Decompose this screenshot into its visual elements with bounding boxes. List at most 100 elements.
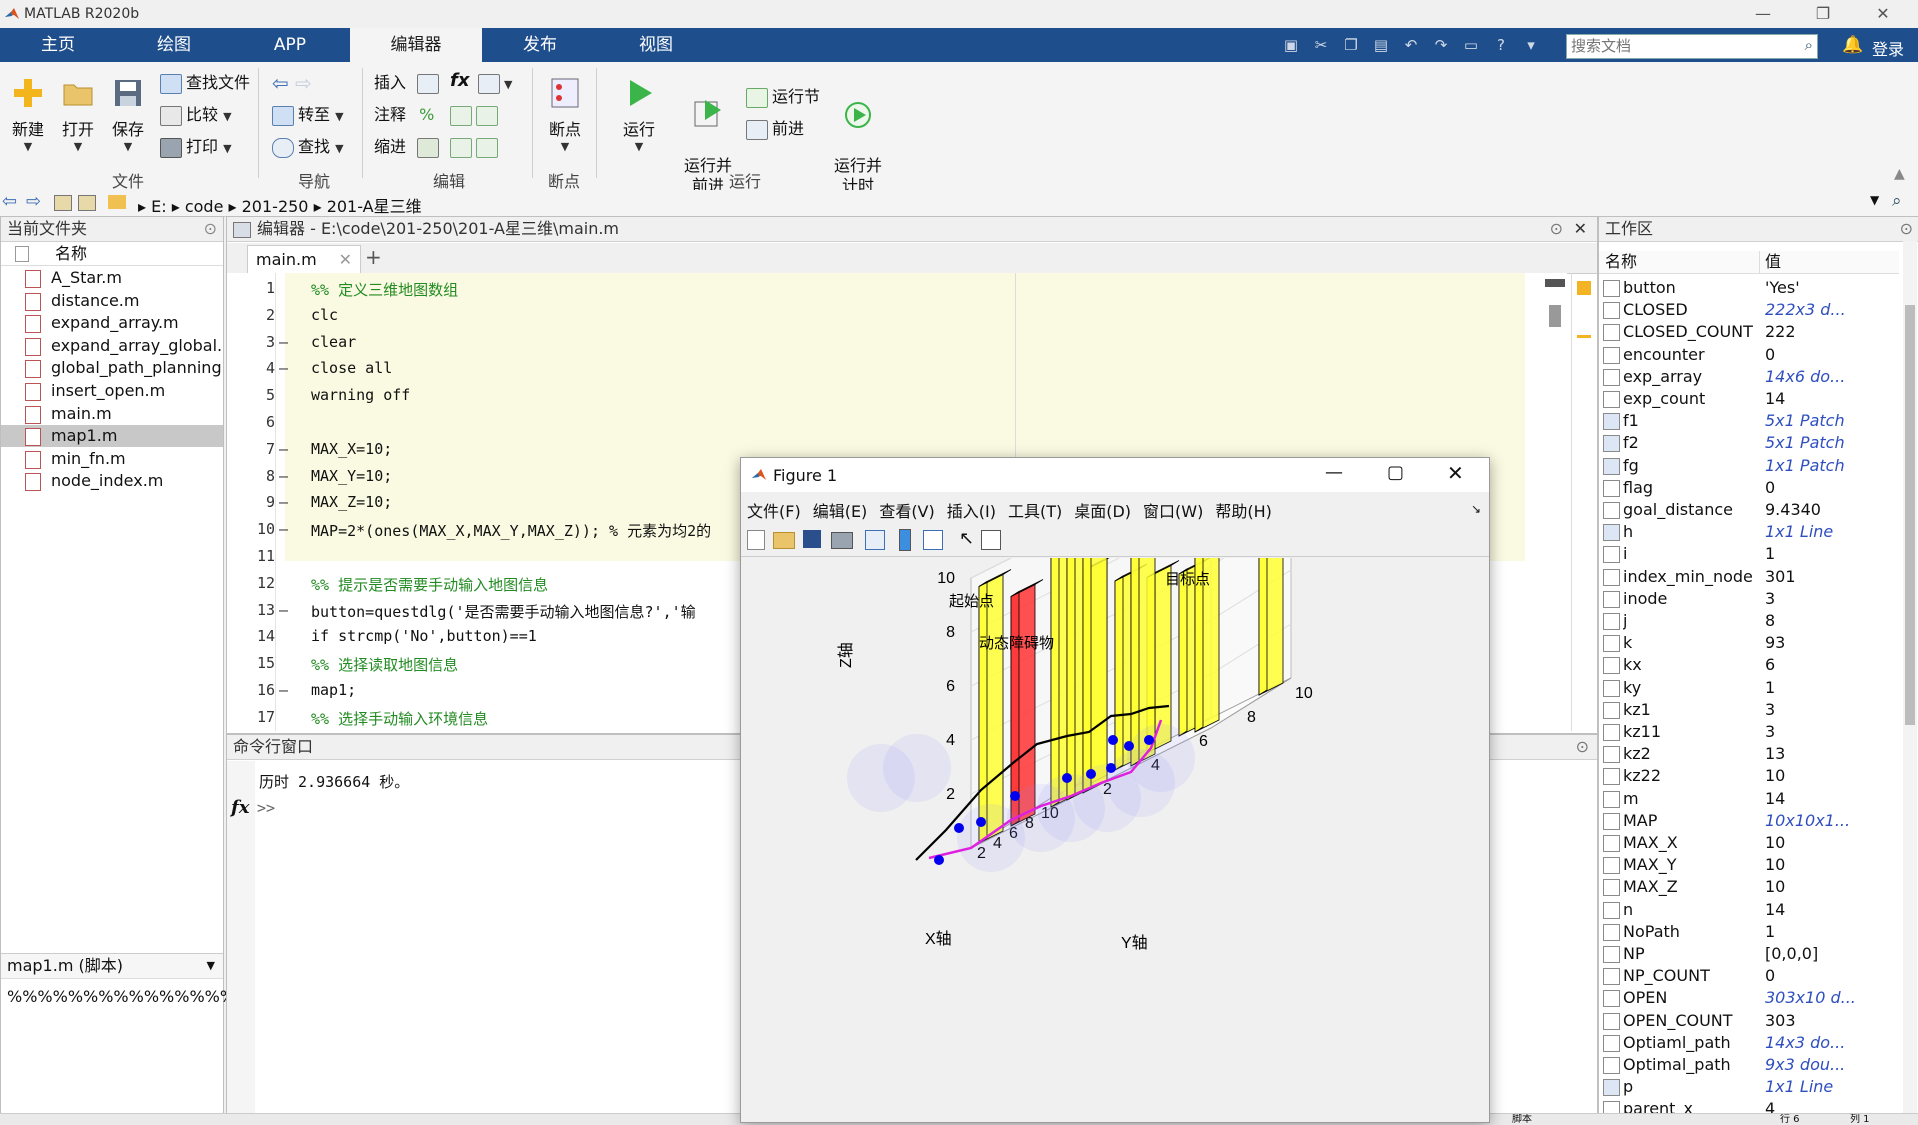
panel-menu-icon[interactable]: ⊙ — [1576, 735, 1589, 759]
tab-publish[interactable]: 发布 — [482, 28, 598, 62]
maximize-button[interactable]: ❐ — [1800, 2, 1846, 26]
edit-plot-arrow-icon[interactable]: ↖ — [959, 528, 974, 549]
figure-menu-view[interactable]: 查看(V) — [879, 502, 934, 521]
figure-menu-help[interactable]: 帮助(H) — [1215, 502, 1272, 521]
figure-close-button[interactable]: ✕ — [1447, 461, 1464, 485]
code-line[interactable]: clear — [311, 333, 356, 351]
workspace-variable-row[interactable]: flag 0 — [1599, 477, 1899, 499]
workspace-variable-row[interactable]: f1 5x1 Patch — [1599, 410, 1899, 432]
login-link[interactable]: 登录 — [1872, 36, 1904, 60]
code-line[interactable]: close all — [311, 359, 392, 377]
insert-button[interactable]: 插入 — [374, 70, 443, 96]
options-icon[interactable]: ▾ — [1520, 34, 1542, 56]
breakpoint-dash[interactable]: — — [279, 333, 288, 351]
save-icon[interactable]: ▣ — [1280, 34, 1302, 56]
code-line[interactable]: map1; — [311, 681, 356, 699]
panel-menu-icon[interactable]: ⊙ — [1900, 217, 1913, 241]
figure-menu-desktop[interactable]: 桌面(D) — [1074, 502, 1131, 521]
fx-button[interactable]: fx — [450, 68, 469, 94]
browse-folder-icon[interactable] — [78, 195, 96, 211]
breakpoint-dash[interactable]: — — [279, 440, 288, 458]
forward-arrow-icon[interactable]: ⇨ — [295, 71, 312, 95]
file-list-header[interactable]: 名称 — [1, 243, 223, 266]
code-line[interactable]: MAX_X=10; — [311, 440, 392, 458]
figure-menu-tools[interactable]: 工具(T) — [1008, 502, 1062, 521]
save-figure-icon[interactable] — [803, 530, 821, 548]
find-files-button[interactable]: 查找文件 — [160, 70, 250, 96]
workspace-variable-row[interactable]: CLOSED_COUNT 222 — [1599, 321, 1899, 343]
open-button[interactable]: 打开 ▼ — [56, 76, 100, 153]
workspace-variable-row[interactable]: OPEN 303x10 d... — [1599, 987, 1899, 1009]
file-list-item[interactable]: node_index.m — [1, 470, 223, 492]
add-tab-icon[interactable]: + — [365, 245, 382, 269]
breadcrumb-code[interactable]: code — [185, 197, 224, 216]
file-list-item[interactable]: main.m — [1, 403, 223, 425]
tab-apps[interactable]: APP — [232, 28, 348, 62]
help-icon[interactable]: ? — [1490, 34, 1512, 56]
function-insert-button[interactable]: ▼ — [478, 70, 512, 96]
workspace-variable-row[interactable]: Optimal_path 9x3 dou... — [1599, 1054, 1899, 1076]
workspace-variable-row[interactable]: MAX_Z 10 — [1599, 876, 1899, 898]
code-line[interactable]: %% 提示是否需要手动输入地图信息 — [311, 574, 548, 595]
comment-button[interactable]: 注释 % — [374, 102, 434, 128]
figure-minimize-button[interactable]: — — [1325, 462, 1343, 483]
workspace-variable-row[interactable]: ky 1 — [1599, 677, 1899, 699]
switch-windows-icon[interactable]: ▭ — [1460, 34, 1482, 56]
figure-maximize-button[interactable]: ▢ — [1387, 462, 1404, 483]
breakpoint-dash[interactable]: — — [279, 493, 288, 511]
workspace-variable-row[interactable]: k 93 — [1599, 632, 1899, 654]
code-line[interactable]: MAX_Z=10; — [311, 493, 392, 511]
workspace-variable-row[interactable]: j8 — [1599, 610, 1899, 632]
workspace-variable-row[interactable]: m 14 — [1599, 788, 1899, 810]
workspace-variable-row[interactable]: kz22 10 — [1599, 765, 1899, 787]
breadcrumb-201-250[interactable]: 201-250 — [242, 197, 309, 216]
editor-scrollbar-thumb[interactable] — [1549, 305, 1561, 327]
figure-title-bar[interactable]: Figure 1 — ▢ ✕ — [741, 458, 1489, 492]
workspace-variable-row[interactable]: NP [0,0,0] — [1599, 943, 1899, 965]
breakpoint-dash[interactable]: — — [279, 520, 288, 538]
workspace-variable-row[interactable]: exp_array 14x6 do... — [1599, 366, 1899, 388]
workspace-variable-row[interactable]: parent_x 4 — [1599, 1098, 1899, 1113]
workspace-variable-row[interactable]: index_min_node 301 — [1599, 566, 1899, 588]
workspace-variable-row[interactable]: kz1 3 — [1599, 699, 1899, 721]
indent-tools[interactable] — [450, 134, 502, 160]
code-line[interactable]: if strcmp('No',button)==1 — [311, 627, 537, 645]
workspace-variable-row[interactable]: kz11 3 — [1599, 721, 1899, 743]
goto-button[interactable]: 转至 ▼ — [272, 102, 344, 128]
open-file-icon[interactable] — [773, 532, 795, 549]
run-button[interactable]: 运行 ▼ — [614, 76, 664, 153]
workspace-variable-row[interactable]: MAX_Y 10 — [1599, 854, 1899, 876]
workspace-variable-row[interactable]: NoPath 1 — [1599, 921, 1899, 943]
panel-menu-icon[interactable]: ⊙ — [1550, 217, 1563, 241]
notification-bell-icon[interactable]: 🔔 — [1842, 35, 1863, 55]
code-line[interactable]: MAP=2*(ones(MAX_X,MAX_Y,MAX_Z)); % 元素为均2… — [311, 520, 711, 541]
3d-path-plot[interactable]: 246810246810246810起始点目标点动态障碍物Z轴X轴 Y轴 — [741, 558, 1487, 1118]
file-detail-header[interactable]: map1.m (脚本) ▼ — [1, 953, 223, 979]
paste-icon[interactable]: ▤ — [1370, 34, 1392, 56]
breadcrumb-current[interactable]: 201-A星三维 — [327, 197, 422, 216]
tab-home[interactable]: 主页 — [0, 28, 116, 62]
compare-button[interactable]: 比较 ▼ — [160, 102, 232, 128]
copy-icon[interactable]: ❐ — [1340, 34, 1362, 56]
workspace-variable-row[interactable]: i1 — [1599, 543, 1899, 565]
find-button[interactable]: 查找 ▼ — [272, 134, 344, 160]
workspace-variable-row[interactable]: n 14 — [1599, 899, 1899, 921]
workspace-variable-row[interactable]: goal_distance 9.4340 — [1599, 499, 1899, 521]
workspace-scrollbar[interactable] — [1903, 241, 1917, 1113]
back-arrow-icon[interactable]: ⇦ — [2, 191, 17, 212]
breadcrumb-drive[interactable]: E: — [151, 197, 167, 216]
search-icon[interactable]: ⌕ — [1892, 191, 1902, 211]
figure-menu-edit[interactable]: 编辑(E) — [813, 502, 868, 521]
workspace-variable-row[interactable]: button 'Yes' — [1599, 277, 1899, 299]
chevron-down-icon[interactable]: ▼ — [1870, 193, 1879, 207]
cut-icon[interactable]: ✂ — [1310, 34, 1332, 56]
figure-menu-window[interactable]: 窗口(W) — [1143, 502, 1203, 521]
code-line[interactable]: button=questdlg('是否需要手动输入地图信息?','输 — [311, 601, 696, 622]
tab-view[interactable]: 视图 — [598, 28, 714, 62]
workspace-scrollbar-thumb[interactable] — [1905, 305, 1915, 725]
workspace-variable-row[interactable]: kz2 13 — [1599, 743, 1899, 765]
save-button[interactable]: 保存 ▼ — [106, 76, 150, 153]
figure-menu-file[interactable]: 文件(F) — [747, 502, 801, 521]
breakpoint-dash[interactable]: — — [279, 681, 288, 699]
workspace-variable-row[interactable]: MAX_X 10 — [1599, 832, 1899, 854]
